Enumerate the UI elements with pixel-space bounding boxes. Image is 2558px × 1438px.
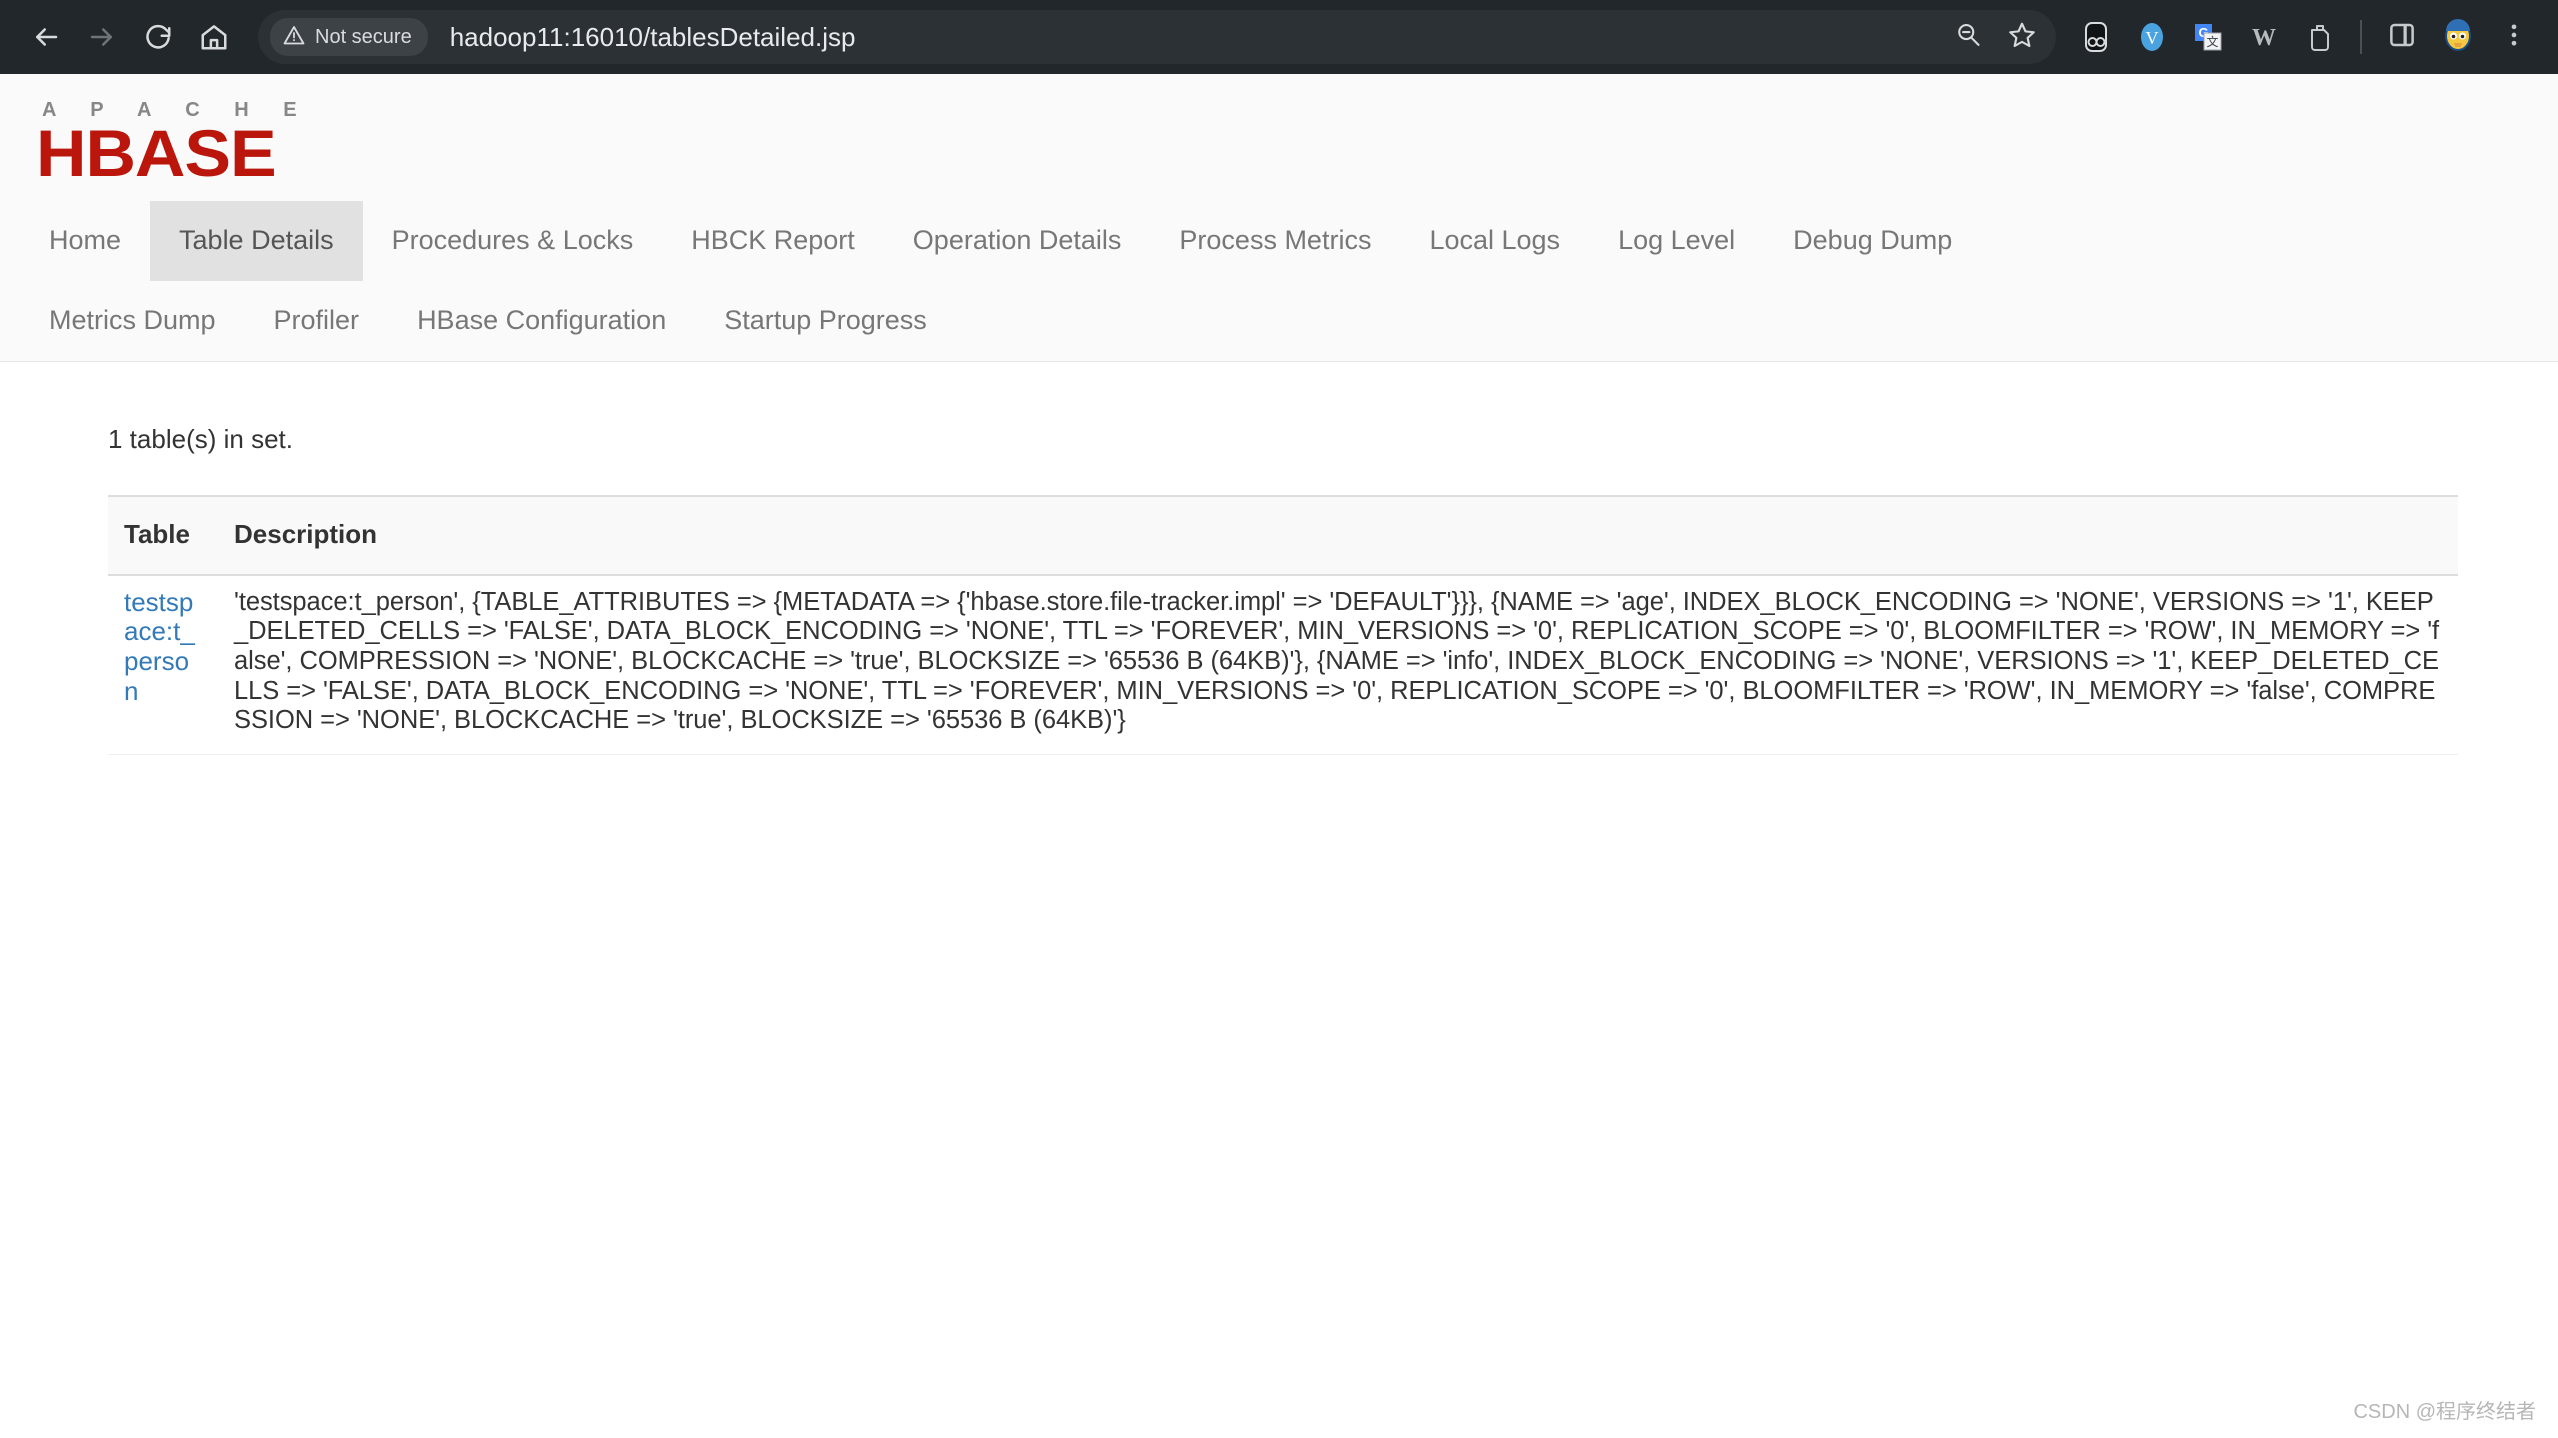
table-link-testspace-t-person[interactable]: testspace:t_person	[124, 587, 202, 707]
back-button[interactable]	[18, 9, 74, 65]
table-head: Table Description	[108, 494, 2458, 576]
watermark-text: CSDN @程序终结者	[2353, 1401, 2536, 1423]
browser-toolbar: Not secure hadoop11:16010/tablesDetailed…	[0, 0, 2558, 74]
nav-item-debug-dump[interactable]: Debug Dump	[1764, 201, 1981, 281]
nav-row-1: Home Table Details Procedures & Locks HB…	[0, 201, 2558, 282]
tables-detailed-table: Table Description testspace:t_person 'te…	[108, 494, 2458, 755]
warning-triangle-icon	[282, 23, 306, 52]
profile-button[interactable]	[2432, 11, 2484, 63]
star-icon	[2007, 20, 2037, 55]
nav-item-hbck-report[interactable]: HBCK Report	[662, 201, 884, 281]
forward-arrow-icon	[87, 22, 117, 52]
forward-button[interactable]	[74, 9, 130, 65]
nav-item-log-level[interactable]: Log Level	[1589, 201, 1764, 281]
side-panel-button[interactable]	[2376, 11, 2428, 63]
svg-text:W: W	[2252, 25, 2276, 51]
nav-row-2: Metrics Dump Profiler HBase Configuratio…	[0, 281, 2558, 361]
address-bar[interactable]: Not secure hadoop11:16010/tablesDetailed…	[258, 10, 2056, 64]
zoom-out-button[interactable]	[1944, 13, 1992, 61]
extension-icon-w[interactable]: W	[2238, 11, 2290, 63]
omnibox-actions	[1944, 13, 2046, 61]
nav-item-profiler[interactable]: Profiler	[245, 281, 389, 361]
column-header-table: Table	[108, 494, 218, 576]
table-description-cell: 'testspace:t_person', {TABLE_ATTRIBUTES …	[218, 574, 2458, 755]
hbase-logo[interactable]: A P A C H E HBASE	[0, 74, 2558, 201]
logo-hbase-text: HBASE	[36, 116, 277, 190]
nav-item-table-details[interactable]: Table Details	[150, 201, 363, 282]
site-navbar: A P A C H E HBASE Home Table Details Pro…	[0, 74, 2558, 362]
nav-menu: Home Table Details Procedures & Locks HB…	[0, 201, 2558, 361]
nav-item-startup-progress[interactable]: Startup Progress	[695, 281, 956, 361]
three-dot-menu-icon	[2500, 21, 2528, 54]
nav-item-procedures-locks[interactable]: Procedures & Locks	[363, 201, 663, 281]
nav-item-operation-details[interactable]: Operation Details	[884, 201, 1151, 281]
security-status-badge[interactable]: Not secure	[270, 18, 428, 56]
security-status-label: Not secure	[315, 25, 412, 48]
column-header-description: Description	[218, 494, 2458, 576]
url-text[interactable]: hadoop11:16010/tablesDetailed.jsp	[450, 22, 1944, 53]
table-name-cell: testspace:t_person	[108, 574, 218, 755]
back-arrow-icon	[31, 22, 61, 52]
extension-icon-vimium[interactable]: V	[2126, 11, 2178, 63]
side-panel-icon	[2387, 20, 2417, 55]
nav-item-home[interactable]: Home	[20, 201, 150, 281]
nav-item-metrics-dump[interactable]: Metrics Dump	[20, 281, 245, 361]
tables-container: Table Description testspace:t_person 'te…	[108, 494, 2458, 755]
zoom-out-icon	[1954, 21, 1982, 54]
home-icon	[199, 22, 229, 52]
logo-apache-text: A P A C H E	[42, 99, 312, 121]
main-content: 1 table(s) in set. Table Description tes…	[0, 362, 2558, 755]
bookmark-button[interactable]	[1998, 13, 2046, 61]
profile-avatar-icon	[2440, 17, 2476, 58]
browser-menu-button[interactable]	[2488, 11, 2540, 63]
nav-item-local-logs[interactable]: Local Logs	[1400, 201, 1589, 281]
reload-button[interactable]	[130, 9, 186, 65]
toolbar-divider	[2360, 20, 2362, 54]
home-button[interactable]	[186, 9, 242, 65]
nav-item-process-metrics[interactable]: Process Metrics	[1150, 201, 1400, 281]
extensions-bar: V G文 W	[2070, 11, 2540, 63]
svg-text:文: 文	[2206, 34, 2218, 49]
table-body: testspace:t_person 'testspace:t_person',…	[108, 574, 2458, 755]
table-header-row: Table Description	[108, 494, 2458, 576]
table-row: testspace:t_person 'testspace:t_person',…	[108, 574, 2458, 755]
page-body: A P A C H E HBASE Home Table Details Pro…	[0, 74, 2558, 1438]
svg-text:V: V	[2146, 28, 2159, 48]
reload-icon	[143, 22, 173, 52]
extension-icon-onetab[interactable]	[2070, 11, 2122, 63]
table-count-text: 1 table(s) in set.	[108, 423, 293, 454]
extension-icon-clipboard[interactable]	[2294, 11, 2346, 63]
nav-item-hbase-configuration[interactable]: HBase Configuration	[388, 281, 695, 361]
extension-icon-google-translate[interactable]: G文	[2182, 11, 2234, 63]
